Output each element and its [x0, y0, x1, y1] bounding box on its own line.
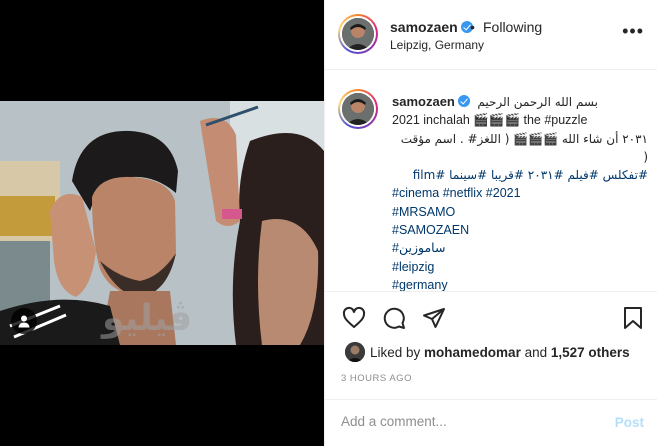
hashtag-line[interactable]: #leipzig [392, 258, 648, 276]
caption-section: samozaen بسم الله الرحمن الرحيم 2021 inc… [325, 71, 657, 291]
comment-input[interactable] [341, 414, 591, 429]
hashtag-line[interactable]: #germany [392, 276, 648, 291]
separator-dot: • [470, 19, 475, 35]
caption-line: 2021 inchalah 🎬🎬🎬 the #puzzle [392, 113, 588, 128]
following-button[interactable]: Following [483, 19, 542, 35]
caption-line: بسم الله الرحمن الرحيم [477, 95, 598, 109]
watermark-logo: ڤيليو [102, 298, 193, 339]
likes-count[interactable]: 1,527 others [551, 345, 630, 360]
caption-username[interactable]: samozaen [392, 94, 455, 109]
hashtag-line[interactable]: #سامو​زين [392, 239, 648, 257]
location-link[interactable]: Leipzig, Germany [390, 38, 484, 52]
caption-avatar[interactable] [338, 89, 378, 129]
more-options-icon[interactable]: ••• [622, 22, 644, 40]
caption-line: ( [643, 149, 648, 164]
bookmark-icon[interactable] [621, 306, 645, 330]
author-username-text[interactable]: samozaen [390, 19, 458, 35]
likes-prefix: Liked by [370, 344, 425, 360]
hashtag-line[interactable]: #تفكلس #فيلم #٢٠٣١ #قريبا #سينما #film [392, 166, 648, 184]
liker-username[interactable]: mohamedomar [424, 345, 521, 360]
post-header: samozaen • Following Leipzig, Germany ••… [325, 0, 657, 70]
verified-badge-icon [457, 95, 470, 107]
post-timestamp[interactable]: 3 HOURS AGO [341, 373, 412, 384]
post-comment-button[interactable]: Post [615, 415, 644, 430]
caption-text: samozaen بسم الله الرحمن الرحيم 2021 inc… [392, 93, 648, 291]
caption-first-line: samozaen بسم الله الرحمن الرحيم [392, 93, 648, 111]
post-sidebar: samozaen • Following Leipzig, Germany ••… [324, 0, 657, 446]
hashtag-line[interactable]: #SAMOZAEN [392, 221, 648, 239]
share-icon[interactable] [422, 306, 446, 330]
post-media[interactable]: ڤيليو [0, 0, 324, 446]
comment-bar: Post [325, 399, 657, 446]
comment-icon[interactable] [382, 306, 406, 330]
author-avatar[interactable] [338, 14, 378, 54]
user-tag-icon[interactable] [11, 308, 37, 334]
caption-line: ٢٠٣١ أن شاء الله 🎬🎬🎬 ( اللغز# . اسم مؤقت [400, 131, 648, 146]
hashtag-line[interactable]: #MRSAMO [392, 203, 648, 221]
likes-middle: and [520, 344, 551, 360]
liker-avatar[interactable] [345, 342, 365, 362]
heart-icon[interactable] [342, 306, 366, 330]
author-username[interactable]: samozaen [390, 19, 473, 35]
hashtag-line[interactable]: #cinema #netflix #2021 [392, 184, 648, 202]
likes-summary: Liked by mohamedomar and 1,527 others [345, 342, 630, 362]
